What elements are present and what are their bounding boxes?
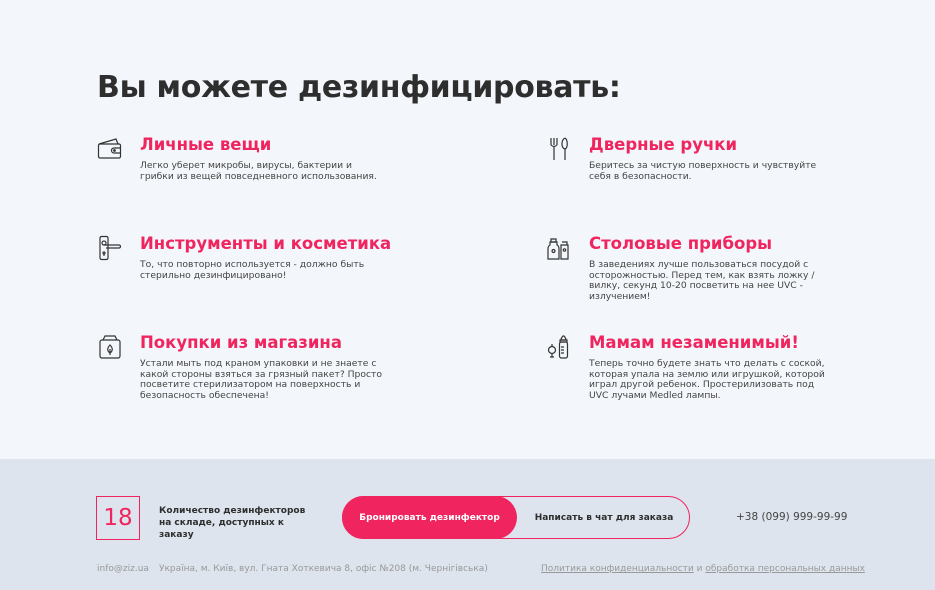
feature-title: Дверные ручки <box>589 135 738 154</box>
feature-description: Беритесь за чистую поверхность и чувству… <box>589 160 817 182</box>
feature-description: Устали мыть под краном упаковки и не зна… <box>140 358 383 401</box>
feature-description: Теперь точно будете знать что делать с с… <box>589 358 825 401</box>
stock-counter-label: Количество дезинфекторов на складе, дост… <box>159 506 306 540</box>
feature-title: Покупки из магазина <box>140 333 342 352</box>
email-link[interactable]: info@ziz.ua <box>97 564 149 574</box>
legal-links: Политика конфиденциальности и обработка … <box>541 564 865 574</box>
shopping-bag-icon <box>97 334 123 360</box>
stock-counter: 18 <box>96 496 140 540</box>
page-title: Вы можете дезинфицировать: <box>97 70 621 105</box>
privacy-policy-link[interactable]: Политика конфиденциальности <box>541 564 694 574</box>
legal-links-separator: и <box>693 564 706 574</box>
cutlery-icon <box>546 136 572 162</box>
order-button-group: Бронировать дезинфектор Написать в чат д… <box>342 496 690 539</box>
feature-title: Личные вещи <box>140 135 272 154</box>
footer: 18 Количество дезинфекторов на складе, д… <box>0 459 935 590</box>
cosmetics-icon <box>546 235 572 261</box>
feature-title: Мамам незаменимый! <box>589 333 799 352</box>
phone-link[interactable]: +38 (099) 999-99-99 <box>736 511 847 523</box>
door-handle-icon <box>97 235 123 261</box>
feature-description: Легко уберет микробы, вирусы, бактерии и… <box>140 160 377 182</box>
baby-bottle-icon <box>546 334 572 360</box>
features-section: Вы можете дезинфицировать: Личные вещи Л… <box>0 0 935 459</box>
book-disinfector-button[interactable]: Бронировать дезинфектор <box>342 496 517 539</box>
personal-data-link[interactable]: обработка персональных данных <box>705 564 865 574</box>
wallet-icon <box>97 136 123 162</box>
feature-description: В заведениях лучше пользоваться посудой … <box>589 259 815 302</box>
feature-title: Инструменты и косметика <box>140 234 392 253</box>
address-text: Україна, м. Київ, вул. Гната Хоткевича 8… <box>159 564 488 574</box>
feature-description: То, что повторно используется - должно б… <box>140 259 365 281</box>
feature-title: Столовые приборы <box>589 234 773 253</box>
chat-order-button[interactable]: Написать в чат для заказа <box>518 497 690 538</box>
